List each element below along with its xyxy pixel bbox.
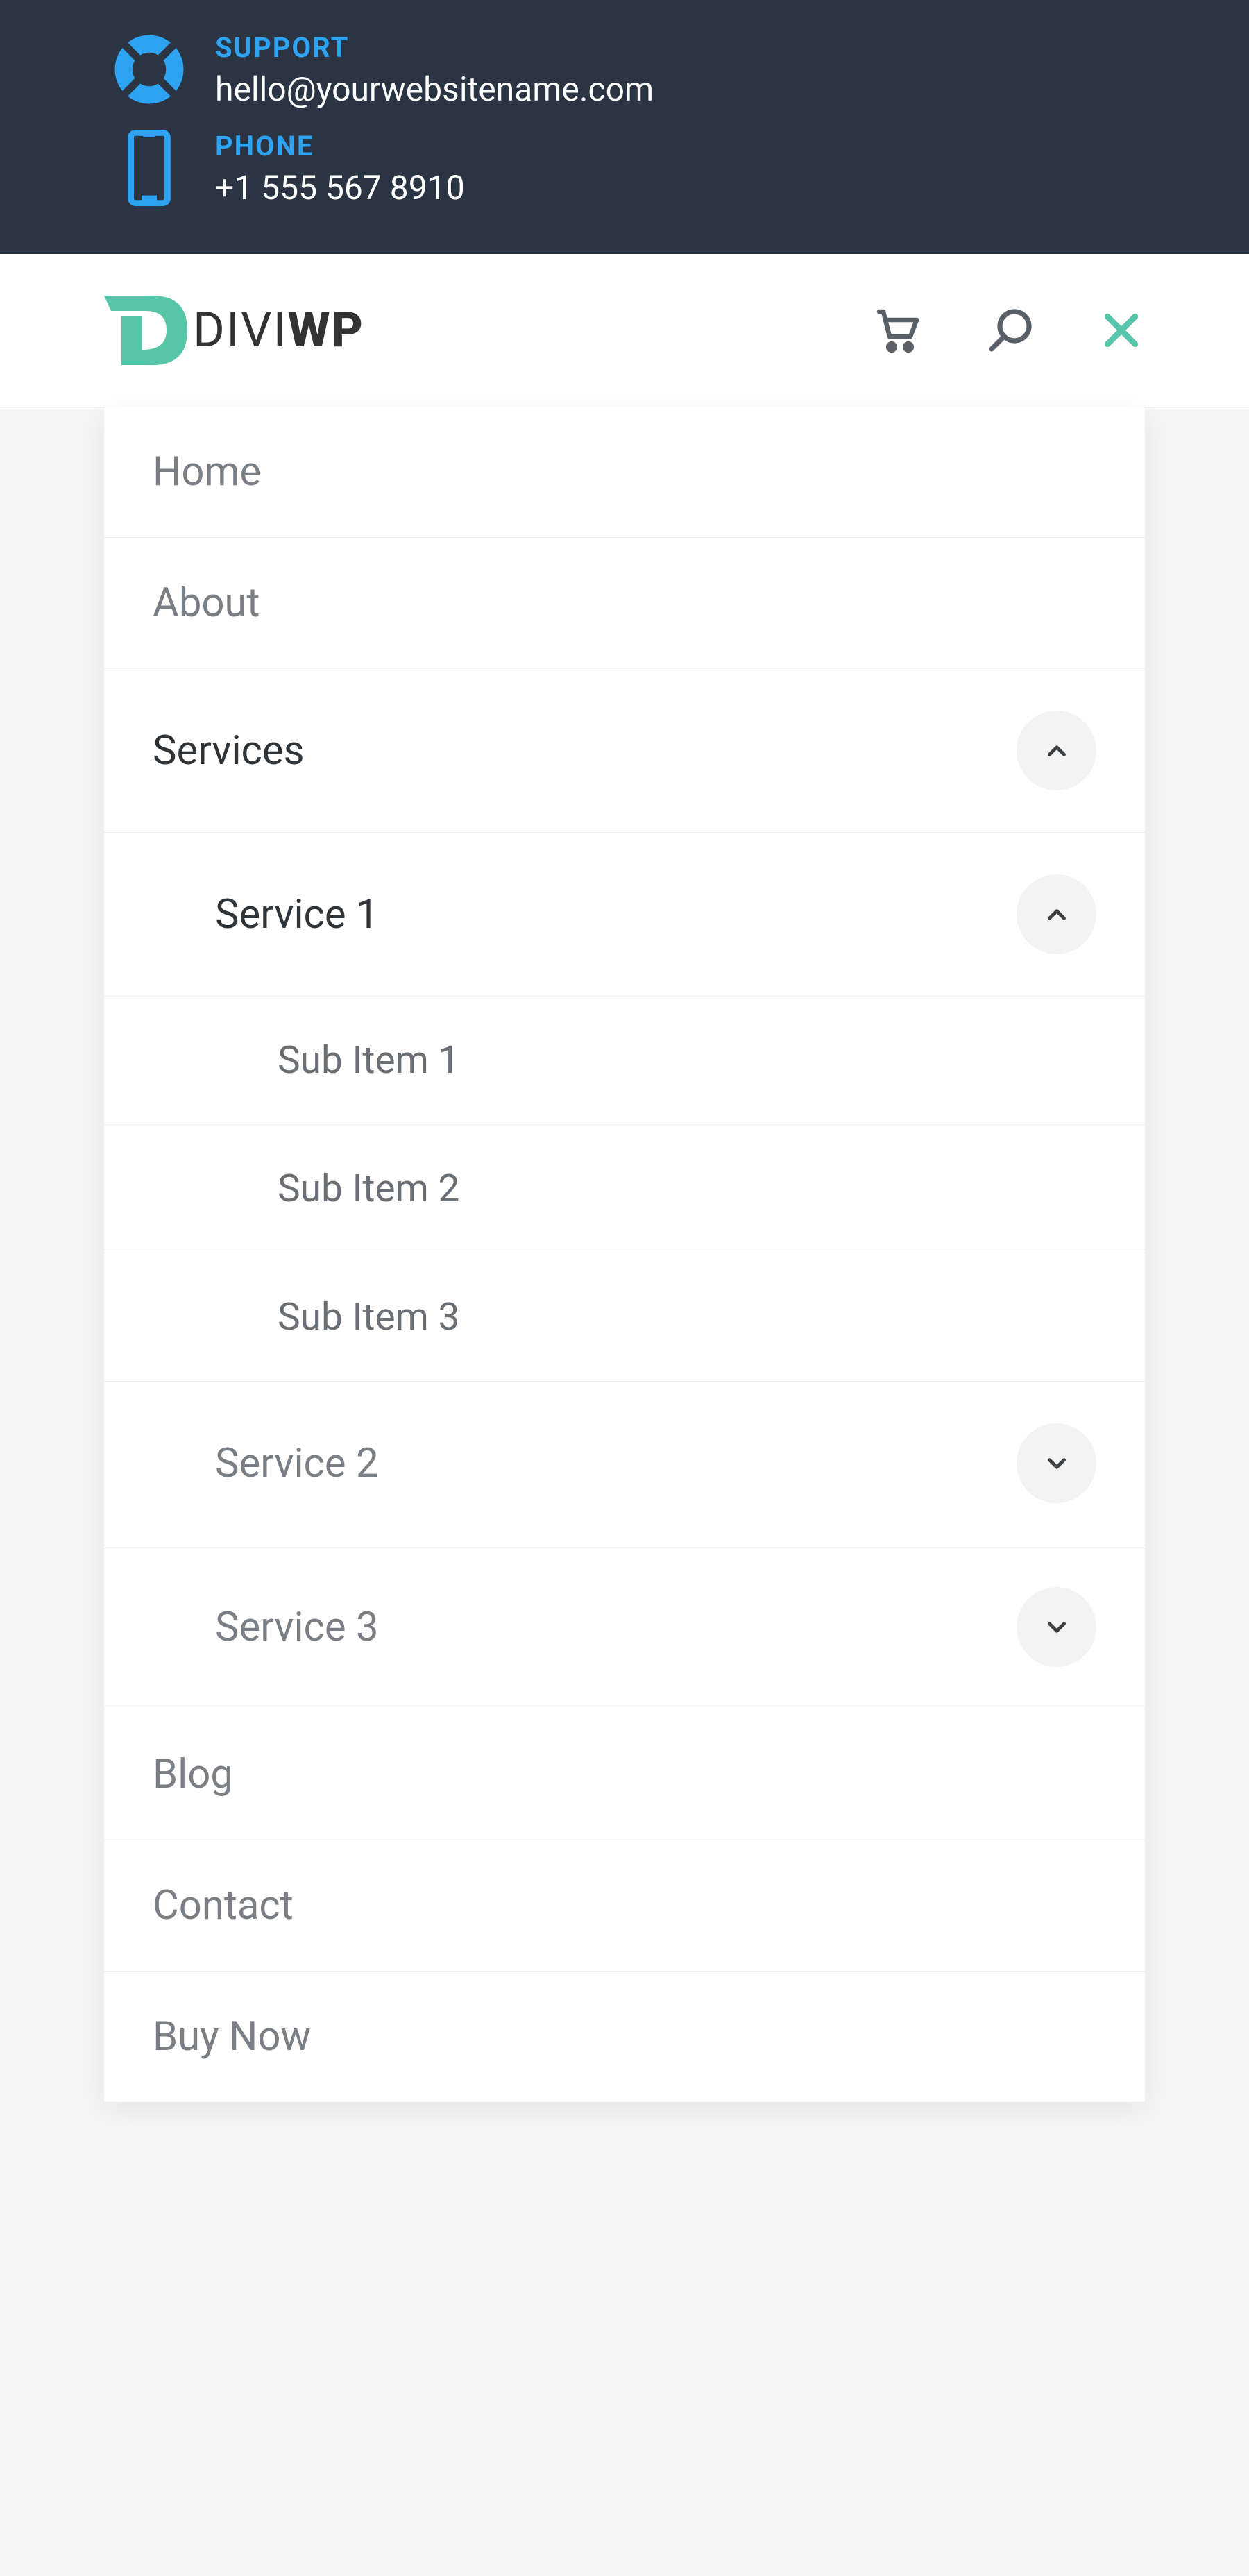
menu-item-sub-1: Sub Item 1	[104, 996, 1145, 1124]
chevron-up-icon	[1042, 900, 1071, 929]
topbar-phone-text: PHONE +1 555 567 8910	[194, 130, 1145, 207]
menu-link-service-2[interactable]: Service 2	[104, 1382, 1145, 1545]
logo-text-divi: DIVI	[193, 302, 288, 359]
menu-link-buy-now[interactable]: Buy Now	[104, 1972, 1145, 2102]
menu-item-service-1: Service 1 Sub Item 1	[104, 832, 1145, 1381]
support-label: SUPPORT	[215, 31, 1145, 64]
header: DIVIWP	[0, 254, 1249, 407]
expand-toggle-services[interactable]	[1017, 711, 1096, 790]
topbar-row-support: SUPPORT hello@yourwebsitename.com	[0, 21, 1249, 119]
submenu-services: Service 1 Sub Item 1	[104, 832, 1145, 1709]
phone-icon-wrap	[104, 130, 194, 209]
chevron-down-icon	[1042, 1449, 1071, 1478]
header-inner: DIVIWP	[0, 254, 1249, 407]
menu-list: Home About Services S	[104, 407, 1145, 2102]
phone-icon	[125, 130, 173, 209]
menu-link-about[interactable]: About	[104, 538, 1145, 668]
logo[interactable]: DIVIWP	[104, 296, 364, 365]
logo-mark-icon	[104, 296, 187, 365]
menu-item-home: Home	[104, 407, 1145, 537]
life-ring-icon-wrap	[104, 31, 194, 108]
menu-item-blog: Blog	[104, 1709, 1145, 1840]
expand-toggle-service-2[interactable]	[1017, 1423, 1096, 1503]
menu-label-service-3: Service 3	[215, 1604, 1017, 1651]
topbar-support-text: SUPPORT hello@yourwebsitename.com	[194, 31, 1145, 109]
menu-label-service-2: Service 2	[215, 1440, 1017, 1487]
menu-item-service-2: Service 2	[104, 1381, 1145, 1545]
topbar-row-phone: PHONE +1 555 567 8910	[0, 119, 1249, 219]
menu-label-about: About	[153, 579, 1096, 627]
menu-item-contact: Contact	[104, 1840, 1145, 1971]
mobile-menu: Home About Services S	[104, 407, 1145, 2102]
menu-label-buy-now: Buy Now	[153, 2013, 1096, 2060]
search-icon[interactable]	[985, 305, 1035, 355]
topbar: SUPPORT hello@yourwebsitename.com PHONE …	[0, 0, 1249, 254]
cart-icon[interactable]	[873, 305, 923, 355]
submenu-service-1: Sub Item 1 Sub Item 2 Sub Item 3	[104, 996, 1145, 1381]
menu-item-buy-now: Buy Now	[104, 1971, 1145, 2102]
phone-label: PHONE	[215, 130, 1145, 162]
menu-label-contact: Contact	[153, 1882, 1096, 1929]
menu-link-sub-2[interactable]: Sub Item 2	[104, 1125, 1145, 1253]
menu-item-service-3: Service 3	[104, 1545, 1145, 1709]
support-email[interactable]: hello@yourwebsitename.com	[215, 69, 1145, 109]
menu-item-sub-2: Sub Item 2	[104, 1124, 1145, 1253]
menu-link-sub-1[interactable]: Sub Item 1	[104, 997, 1145, 1124]
menu-label-service-1: Service 1	[215, 891, 1017, 938]
menu-link-home[interactable]: Home	[104, 407, 1145, 537]
header-actions	[873, 305, 1145, 355]
chevron-up-icon	[1042, 736, 1071, 765]
life-ring-icon	[111, 31, 187, 108]
menu-link-service-1[interactable]: Service 1	[104, 833, 1145, 996]
expand-toggle-service-3[interactable]	[1017, 1587, 1096, 1667]
phone-number[interactable]: +1 555 567 8910	[215, 168, 1145, 207]
menu-item-services: Services Service 1	[104, 668, 1145, 1709]
expand-toggle-service-1[interactable]	[1017, 874, 1096, 954]
menu-link-contact[interactable]: Contact	[104, 1840, 1145, 1971]
menu-link-services[interactable]: Services	[104, 669, 1145, 832]
menu-label-sub-1: Sub Item 1	[278, 1038, 1096, 1083]
menu-link-blog[interactable]: Blog	[104, 1709, 1145, 1840]
menu-item-about: About	[104, 537, 1145, 668]
menu-link-service-3[interactable]: Service 3	[104, 1545, 1145, 1709]
menu-label-home: Home	[153, 448, 1096, 495]
close-icon[interactable]	[1098, 307, 1145, 354]
logo-text-wp: WP	[288, 302, 364, 359]
menu-label-sub-3: Sub Item 3	[278, 1295, 1096, 1339]
menu-label-services: Services	[153, 727, 1017, 774]
menu-link-sub-3[interactable]: Sub Item 3	[104, 1253, 1145, 1381]
menu-label-blog: Blog	[153, 1751, 1096, 1798]
menu-label-sub-2: Sub Item 2	[278, 1167, 1096, 1211]
chevron-down-icon	[1042, 1613, 1071, 1642]
menu-item-sub-3: Sub Item 3	[104, 1253, 1145, 1381]
